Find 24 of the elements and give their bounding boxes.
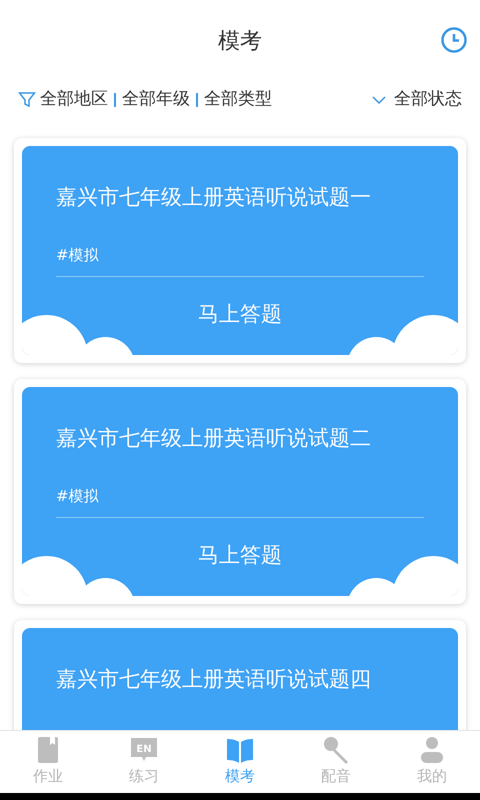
nav-tab[interactable]: 我的 xyxy=(384,731,480,793)
exam-card[interactable]: 嘉兴市七年级上册英语听说试题一 #模拟 马上答题 xyxy=(14,138,466,363)
status-dropdown[interactable]: 全部状态 xyxy=(394,87,462,113)
exam-title: 嘉兴市七年级上册英语听说试题四 xyxy=(56,666,372,693)
start-answer-button[interactable]: 马上答题 xyxy=(198,540,282,572)
nav-tab[interactable]: 模考 xyxy=(192,731,288,793)
exam-card[interactable]: 嘉兴市七年级上册英语听说试题二 #模拟 马上答题 xyxy=(14,379,466,604)
exam-card[interactable]: 嘉兴市七年级上册英语听说试题四 xyxy=(14,620,466,730)
exam-tag: #模拟 xyxy=(56,484,424,518)
nav-tab[interactable]: 作业 xyxy=(0,731,96,793)
microphone-icon xyxy=(321,735,351,765)
filter-icon[interactable] xyxy=(18,91,36,109)
nav-tab[interactable]: 配音 xyxy=(288,731,384,793)
chevron-down-icon[interactable] xyxy=(372,95,386,105)
clock-icon[interactable] xyxy=(440,26,468,54)
page-title: 模考 xyxy=(218,28,262,56)
exam-title: 嘉兴市七年级上册英语听说试题一 xyxy=(56,184,372,211)
exam-title: 嘉兴市七年级上册英语听说试题二 xyxy=(56,425,372,452)
filter-dropdown[interactable]: 全部类型 xyxy=(204,87,272,113)
nav-tab[interactable]: EN 练习 xyxy=(96,731,192,793)
start-answer-button[interactable]: 马上答题 xyxy=(198,299,282,330)
filter-dropdown[interactable]: 全部年级 xyxy=(122,87,190,113)
exam-tag: #模拟 xyxy=(56,244,424,277)
filter-dropdown[interactable]: 全部地区 xyxy=(40,87,108,113)
